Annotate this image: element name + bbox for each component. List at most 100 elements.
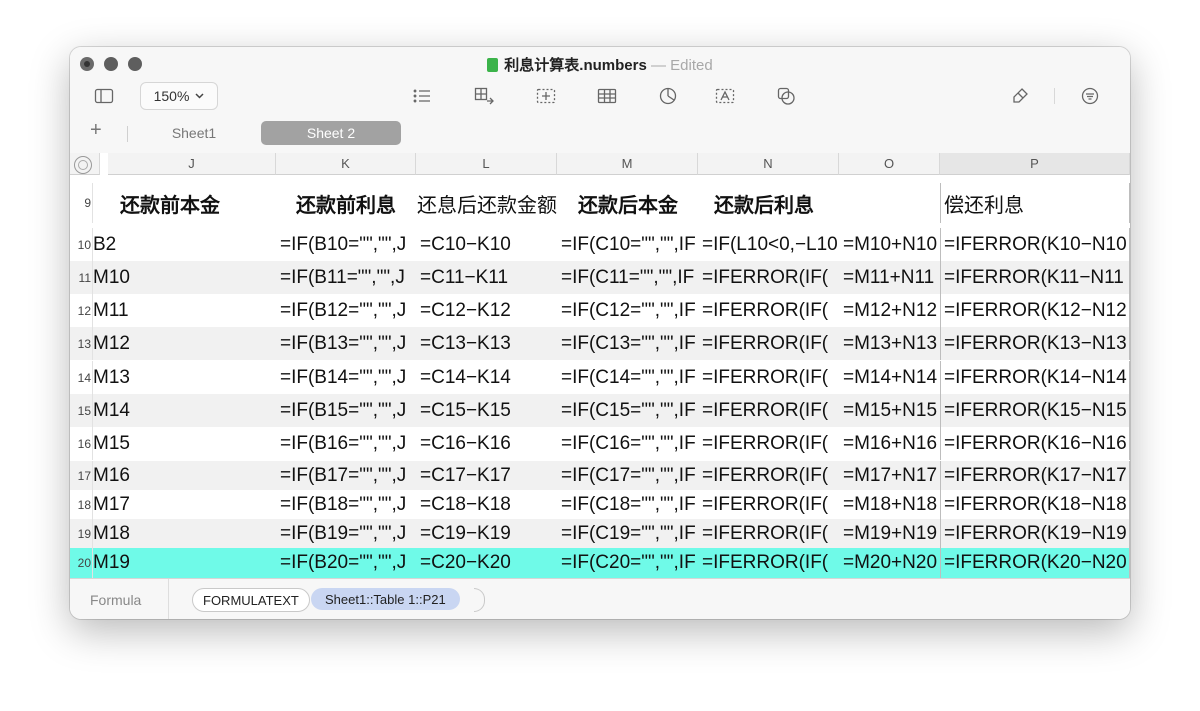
table-cell[interactable]: =M17+N17 xyxy=(843,461,940,490)
table-cell[interactable]: =C14−K14 xyxy=(420,361,557,394)
row-number[interactable]: 9 xyxy=(70,183,93,223)
row-number[interactable]: 12 xyxy=(70,294,93,327)
header-cell[interactable]: 还款前本金 xyxy=(120,183,276,223)
column-header-m[interactable]: M xyxy=(557,153,698,175)
header-cell[interactable]: 还款前利息 xyxy=(296,183,416,223)
table-cell[interactable]: =C12−K12 xyxy=(420,294,557,327)
table-cell[interactable]: =M14+N14 xyxy=(843,361,940,394)
table-cell[interactable]: =IFERROR(K14−N14 xyxy=(940,361,1130,394)
row-number[interactable]: 10 xyxy=(70,228,93,261)
table-cell[interactable]: M19 xyxy=(93,548,276,578)
reference-token[interactable]: Sheet1::Table 1::P21 xyxy=(311,588,460,610)
table-cell[interactable]: =IFERROR(IF( xyxy=(702,327,840,360)
table-cell[interactable]: =C13−K13 xyxy=(420,327,557,360)
table-cell[interactable]: =IFERROR(K11−N11 xyxy=(940,261,1130,294)
table-cell[interactable]: =M12+N12 xyxy=(843,294,940,327)
row-number[interactable]: 16 xyxy=(70,427,93,460)
table-cell[interactable]: M10 xyxy=(93,261,276,294)
table-cell[interactable]: =IF(C20="","",IF xyxy=(561,548,698,578)
row-number[interactable]: 13 xyxy=(70,327,93,360)
shape-icon[interactable] xyxy=(774,83,798,109)
table-cell[interactable]: =IFERROR(K17−N17 xyxy=(940,461,1130,490)
table-cell[interactable]: =C16−K16 xyxy=(420,427,557,460)
table-cell[interactable]: =IF(B12="","",J xyxy=(280,294,416,327)
header-cell[interactable]: 还款后本金 xyxy=(578,183,698,223)
table-cell[interactable]: =M11+N11 xyxy=(843,261,940,294)
table-cell[interactable]: =IFERROR(IF( xyxy=(702,294,840,327)
table-cell[interactable]: M16 xyxy=(93,461,276,490)
table-cell[interactable]: =C15−K15 xyxy=(420,394,557,427)
tab-sheet1[interactable]: Sheet1 xyxy=(129,121,259,145)
chart-icon[interactable] xyxy=(656,83,680,109)
table-cell[interactable]: =M15+N15 xyxy=(843,394,940,427)
table-cell[interactable]: M17 xyxy=(93,490,276,519)
row-number[interactable]: 19 xyxy=(70,519,93,548)
table-cell[interactable]: =IF(B17="","",J xyxy=(280,461,416,490)
row-number[interactable]: 18 xyxy=(70,490,93,519)
row-number[interactable]: 14 xyxy=(70,361,93,394)
add-sheet-button[interactable]: + xyxy=(90,119,102,142)
table-cell[interactable]: =IF(B13="","",J xyxy=(280,327,416,360)
table-cell[interactable]: =IFERROR(K10−N10 xyxy=(940,228,1130,261)
insert-table-add-icon[interactable] xyxy=(472,83,496,109)
table-cell[interactable]: =M10+N10 xyxy=(843,228,940,261)
select-all-corner[interactable] xyxy=(70,153,100,175)
text-box-icon[interactable] xyxy=(534,83,558,109)
table-cell[interactable]: =C19−K19 xyxy=(420,519,557,548)
table-cell[interactable]: =IF(B15="","",J xyxy=(280,394,416,427)
table-cell[interactable]: M11 xyxy=(93,294,276,327)
table-cell[interactable]: =C20−K20 xyxy=(420,548,557,578)
table-cell[interactable]: =IFERROR(K12−N12 xyxy=(940,294,1130,327)
text-icon[interactable] xyxy=(713,83,737,109)
table-cell[interactable]: =IF(C16="","",IF xyxy=(561,427,698,460)
spreadsheet[interactable]: J K L M N O P 9 还款前本金 还款前利息 还息后还款金额 还款后本… xyxy=(70,153,1130,578)
table-cell[interactable]: =IF(C11="","",IF xyxy=(561,261,698,294)
table-cell[interactable]: =IFERROR(K19−N19 xyxy=(940,519,1130,548)
format-brush-icon[interactable] xyxy=(1008,83,1032,109)
table-cell[interactable]: =C11−K11 xyxy=(420,261,557,294)
list-icon[interactable] xyxy=(410,83,434,109)
column-header-p[interactable]: P xyxy=(940,153,1130,175)
table-cell[interactable]: M12 xyxy=(93,327,276,360)
column-header-l[interactable]: L xyxy=(416,153,557,175)
column-header-n[interactable]: N xyxy=(698,153,839,175)
table-cell[interactable]: =IFERROR(IF( xyxy=(702,427,840,460)
table-cell[interactable]: =IF(B14="","",J xyxy=(280,361,416,394)
header-cell[interactable] xyxy=(840,183,940,223)
table-cell[interactable]: =IF(B20="","",J xyxy=(280,548,416,578)
tab-sheet2[interactable]: Sheet 2 xyxy=(261,121,401,145)
table-cell[interactable]: =IF(C18="","",IF xyxy=(561,490,698,519)
table-cell[interactable]: =IF(B10="","",J xyxy=(280,228,416,261)
table-cell[interactable]: =C18−K18 xyxy=(420,490,557,519)
organize-icon[interactable] xyxy=(1078,83,1102,109)
column-header-k[interactable]: K xyxy=(276,153,416,175)
row-number[interactable]: 20 xyxy=(70,548,93,578)
table-cell[interactable]: =IF(B18="","",J xyxy=(280,490,416,519)
table-cell[interactable]: =IFERROR(IF( xyxy=(702,461,840,490)
column-header-j[interactable]: J xyxy=(108,153,276,175)
table-cell[interactable]: =IF(C15="","",IF xyxy=(561,394,698,427)
function-token[interactable]: FORMULATEXT xyxy=(192,588,310,612)
row-number[interactable]: 17 xyxy=(70,461,93,490)
zoom-select[interactable]: 150% xyxy=(140,82,218,110)
header-cell[interactable]: 还息后还款金额 xyxy=(417,183,558,223)
table-cell[interactable]: =IFERROR(K13−N13 xyxy=(940,327,1130,360)
table-cell[interactable]: =M19+N19 xyxy=(843,519,940,548)
table-cell[interactable]: =IFERROR(K16−N16 xyxy=(940,427,1130,460)
table-cell[interactable]: =C17−K17 xyxy=(420,461,557,490)
table-cell[interactable]: M15 xyxy=(93,427,276,460)
table-cell[interactable]: =IFERROR(IF( xyxy=(702,261,840,294)
table-cell[interactable]: =IFERROR(K18−N18 xyxy=(940,490,1130,519)
table-cell[interactable]: =IFERROR(IF( xyxy=(702,394,840,427)
column-header-o[interactable]: O xyxy=(839,153,940,175)
table-cell[interactable]: =IFERROR(IF( xyxy=(702,490,840,519)
table-cell[interactable]: =M20+N20 xyxy=(843,548,940,578)
table-cell[interactable]: =IF(C12="","",IF xyxy=(561,294,698,327)
table-cell[interactable]: =IF(C14="","",IF xyxy=(561,361,698,394)
table-cell[interactable]: =IF(C10="","",IF xyxy=(561,228,698,261)
table-cell[interactable]: =IFERROR(IF( xyxy=(702,548,840,578)
row-number[interactable]: 11 xyxy=(70,261,93,294)
table-cell[interactable]: =C10−K10 xyxy=(420,228,557,261)
table-cell[interactable]: =IF(C13="","",IF xyxy=(561,327,698,360)
sidebar-icon[interactable] xyxy=(92,83,116,109)
